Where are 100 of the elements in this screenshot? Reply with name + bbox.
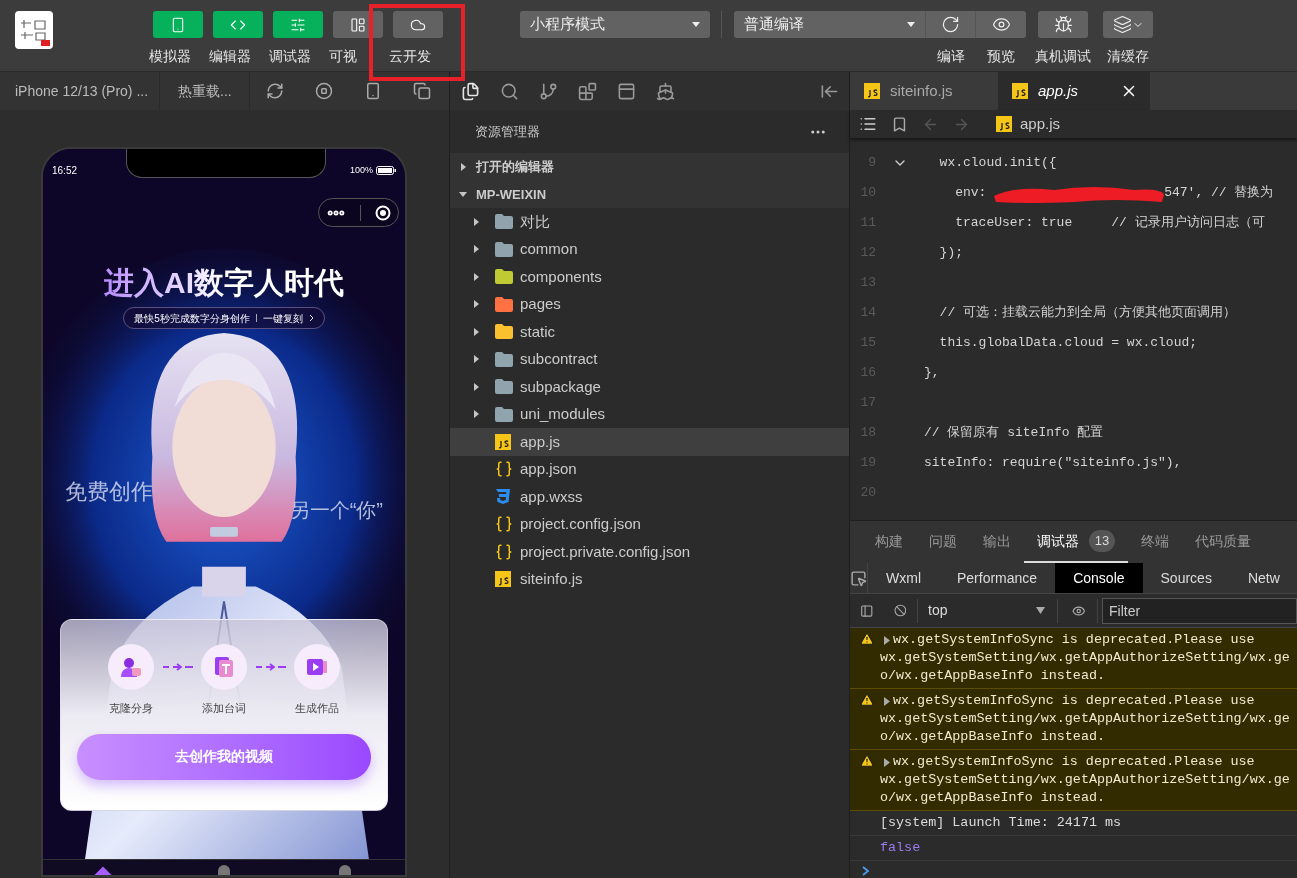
editor-tab[interactable]: app.js bbox=[998, 72, 1150, 110]
compile-select[interactable]: 普通编译 bbox=[734, 11, 926, 38]
file-name: pages bbox=[520, 294, 561, 314]
branch-icon[interactable] bbox=[539, 81, 558, 101]
layout-icon bbox=[350, 16, 366, 33]
refresh-button[interactable] bbox=[926, 11, 976, 38]
tree-item[interactable]: siteinfo.js bbox=[450, 565, 849, 593]
section-label: 打开的编辑器 bbox=[476, 158, 554, 176]
expand-arrow-icon[interactable] bbox=[459, 190, 467, 199]
document-icon bbox=[213, 656, 235, 678]
bug-button[interactable] bbox=[1038, 11, 1088, 38]
tree-item[interactable]: subcontract bbox=[450, 345, 849, 373]
panel-icon[interactable] bbox=[617, 81, 636, 101]
expand-arrow-icon[interactable] bbox=[883, 757, 891, 767]
context-select[interactable]: top bbox=[918, 594, 1057, 627]
windows-icon[interactable] bbox=[413, 82, 431, 100]
tab-bar-icon[interactable] bbox=[338, 865, 351, 875]
clear-console-icon[interactable] bbox=[893, 602, 907, 619]
expand-arrow-icon[interactable] bbox=[472, 217, 480, 226]
bug-icon bbox=[1053, 15, 1073, 34]
panel-tab[interactable]: 终端 bbox=[1128, 521, 1182, 563]
tree-item[interactable]: app.wxss bbox=[450, 483, 849, 511]
tree-item[interactable]: app.js bbox=[450, 428, 849, 456]
view-toggle-button[interactable] bbox=[213, 11, 263, 38]
stop-icon[interactable] bbox=[315, 82, 333, 100]
js-file-icon bbox=[864, 83, 880, 99]
devtools-tab[interactable]: Wxml bbox=[868, 563, 939, 593]
hot-reload-select[interactable]: 热重载... bbox=[160, 72, 250, 110]
capsule-menu[interactable] bbox=[318, 198, 399, 227]
ship-icon[interactable] bbox=[656, 81, 675, 101]
code-text: env: bbox=[954, 184, 988, 203]
devtools-tab[interactable]: Netw bbox=[1229, 563, 1297, 593]
devtools-tab[interactable]: Sources bbox=[1142, 563, 1230, 593]
tree-item[interactable]: 对比 bbox=[450, 208, 849, 236]
filter-field[interactable]: Filter bbox=[1102, 597, 1297, 624]
mode-select[interactable]: 小程序模式 bbox=[520, 11, 710, 38]
expand-arrow-icon[interactable] bbox=[472, 382, 480, 391]
replicate-link[interactable]: 一键复刻 bbox=[262, 310, 303, 326]
expand-arrow-icon[interactable] bbox=[472, 410, 480, 419]
tree-item[interactable]: app.json bbox=[450, 455, 849, 483]
code-text: this.globalData.cloud = wx.cloud; bbox=[938, 334, 1198, 353]
expand-arrow-icon[interactable] bbox=[472, 300, 480, 309]
file-name: components bbox=[520, 266, 602, 287]
tree-item[interactable]: pages bbox=[450, 290, 849, 318]
phone-icon[interactable] bbox=[364, 82, 382, 100]
devtools-tab[interactable]: Console bbox=[1055, 563, 1143, 593]
tree-item[interactable]: subpackage bbox=[450, 373, 849, 401]
code-text: // 保留原有 siteInfo 配置 bbox=[924, 424, 1104, 443]
breadcrumb[interactable]: app.js bbox=[1020, 112, 1061, 136]
layers-button[interactable] bbox=[1103, 11, 1153, 38]
message-text: wx.getSystemInfoSync is deprecated.Please use bbox=[893, 692, 1255, 710]
expand-arrow-icon[interactable] bbox=[883, 635, 891, 645]
expand-arrow-icon[interactable] bbox=[472, 327, 480, 336]
tree-item[interactable]: uni_modules bbox=[450, 400, 849, 428]
panel-tab[interactable]: 构建 bbox=[862, 521, 916, 563]
tab-label: siteinfo.js bbox=[890, 80, 953, 101]
record-icon[interactable] bbox=[375, 204, 391, 221]
expand-arrow-icon[interactable] bbox=[459, 162, 467, 171]
section-header[interactable]: MP-WEIXIN bbox=[450, 180, 849, 208]
eye-button[interactable] bbox=[976, 11, 1026, 38]
device-select[interactable]: iPhone 12/13 (Pro) ... bbox=[0, 72, 160, 110]
expand-arrow-icon[interactable] bbox=[472, 355, 480, 364]
tree-item[interactable]: project.private.config.json bbox=[450, 538, 849, 566]
editor-tab[interactable]: siteinfo.js bbox=[850, 72, 998, 110]
outline-icon[interactable] bbox=[859, 115, 877, 133]
section-header[interactable]: 打开的编辑器 bbox=[450, 153, 849, 181]
panel-tab[interactable]: 代码质量 bbox=[1182, 521, 1264, 563]
panel-tab[interactable]: 输出 bbox=[970, 521, 1024, 563]
refresh-icon[interactable] bbox=[266, 82, 284, 100]
expand-arrow-icon[interactable] bbox=[472, 272, 480, 281]
explorer-title: 资源管理器 bbox=[475, 122, 540, 141]
search-icon[interactable] bbox=[500, 81, 519, 101]
devtools-tab[interactable]: Performance bbox=[939, 563, 1056, 593]
view-toggle-button[interactable] bbox=[273, 11, 323, 38]
file-name: uni_modules bbox=[520, 404, 606, 424]
prompt-icon[interactable] bbox=[862, 866, 870, 876]
files-icon[interactable] bbox=[461, 81, 480, 101]
view-toggle-button[interactable] bbox=[333, 11, 383, 38]
blocks-icon[interactable] bbox=[578, 81, 597, 101]
tree-item[interactable]: project.config.json bbox=[450, 510, 849, 538]
tree-item[interactable]: common bbox=[450, 235, 849, 263]
file-name: app.json bbox=[520, 459, 577, 479]
file-name: project.config.json bbox=[520, 514, 641, 534]
bookmark-icon[interactable] bbox=[891, 115, 908, 133]
view-label: 编辑器 bbox=[209, 47, 251, 66]
view-toggle-button[interactable] bbox=[393, 11, 443, 38]
tree-item[interactable]: components bbox=[450, 263, 849, 291]
view-toggle-button[interactable] bbox=[153, 11, 203, 38]
expand-arrow-icon[interactable] bbox=[883, 696, 891, 706]
subtitle-text: 最快5秒完成数字分身创作 bbox=[134, 311, 250, 326]
panel-tab[interactable]: 问题 bbox=[916, 521, 970, 563]
view-label: 云开发 bbox=[389, 47, 431, 66]
code-text: traceUser: true // 记录用户访问日志（可 bbox=[954, 214, 1265, 233]
tree-item[interactable]: static bbox=[450, 318, 849, 346]
eye-icon bbox=[991, 15, 1011, 34]
js-file-icon bbox=[495, 433, 511, 450]
js-file-icon bbox=[996, 116, 1012, 132]
inspect-icon[interactable] bbox=[850, 569, 867, 587]
tab-bar-icon[interactable] bbox=[218, 865, 230, 875]
expand-arrow-icon[interactable] bbox=[472, 245, 480, 254]
